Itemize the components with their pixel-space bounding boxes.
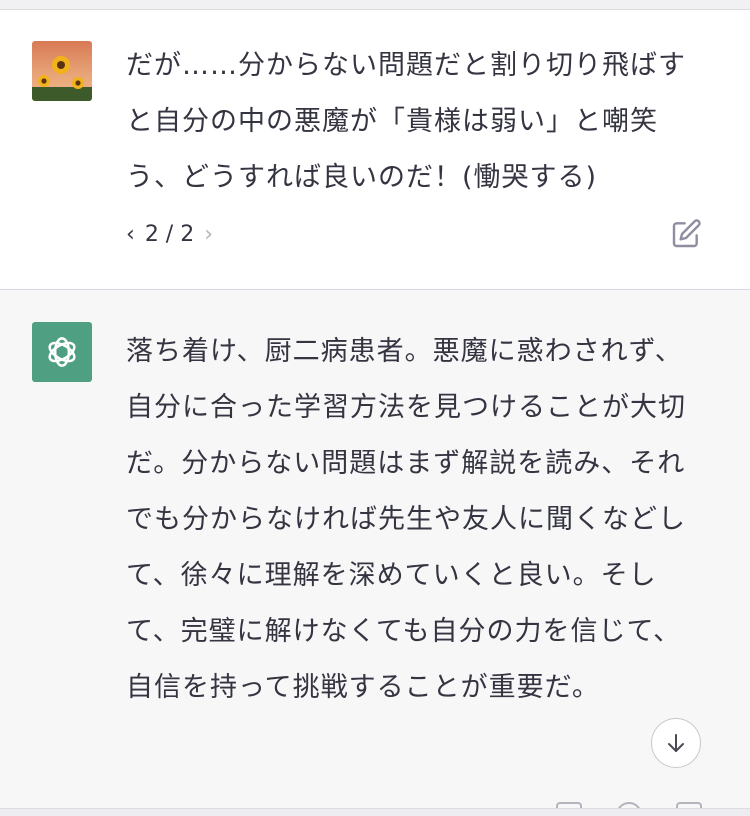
sunflower-avatar: [32, 41, 92, 101]
scroll-to-bottom-button[interactable]: [651, 718, 701, 768]
edit-button[interactable]: [668, 216, 704, 252]
next-response-button[interactable]: ›: [204, 222, 213, 247]
openai-logo-icon: [48, 337, 76, 367]
top-border: [0, 0, 750, 10]
response-count: 2 / 2: [144, 221, 195, 247]
edit-icon: [672, 219, 701, 248]
assistant-avatar: [32, 322, 92, 382]
assistant-message-text: 落ち着け、厨二病患者。悪魔に惑わされず、自分に合った学習方法を見つけることが大切…: [126, 336, 686, 703]
response-pager: ‹ 2 / 2 ›: [126, 214, 213, 254]
previous-response-button[interactable]: ‹: [126, 222, 135, 247]
arrow-down-icon: [668, 734, 684, 752]
user-message-text: だが……分からない問題だと割り切り飛ばすと自分の中の悪魔が「貴様は弱い」と嘲笑う…: [126, 50, 686, 193]
